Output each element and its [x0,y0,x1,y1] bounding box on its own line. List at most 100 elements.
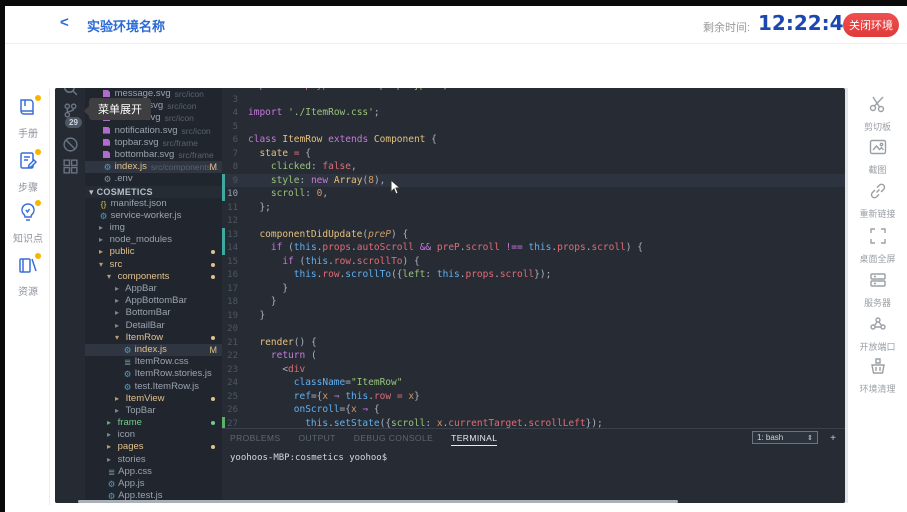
tree-row-ItemView[interactable]: ▸ ItemView [85,393,222,405]
tree-row-TopBar[interactable]: ▸ TopBar [85,405,222,417]
code-token: scrollTo [357,256,403,267]
tree-row-img[interactable]: ▸ img [85,222,222,234]
open-editor-row[interactable]: notification.svgsrc/icon [85,125,222,137]
sidebar-item-4-资源[interactable]: 资源 [5,254,51,298]
code-line-21[interactable]: 21 render() { [222,336,845,350]
tool-item-重新链接[interactable]: 重新链接 [848,181,907,220]
code-line-26[interactable]: 26 onScroll={x ⇒ { [222,403,845,417]
activity-bar: 29 [55,88,85,503]
code-line-6[interactable]: 6class ItemRow extends Component { [222,133,845,147]
code-line-20[interactable]: 20 [222,322,845,336]
search-icon[interactable] [62,88,79,97]
code-line-19[interactable]: 19 } [222,309,845,323]
tree-row-public[interactable]: ▸ public [85,246,222,258]
code-line-5[interactable]: 5 [222,120,845,134]
code-line-11[interactable]: 11 }; [222,201,845,215]
sidebar-item-3-知识点[interactable]: 知识点 [5,201,51,245]
code-line-7[interactable]: 7 state = { [222,147,845,161]
code-line-3[interactable]: 3 [222,93,845,107]
code-token: < [248,364,288,375]
code-line-25[interactable]: 25 ref={x ⇒ this.row = x} [222,390,845,404]
line-number: 23 [222,364,248,378]
status-dot [211,263,215,267]
panel-tab-problems[interactable]: PROBLEMS [230,433,280,446]
tool-item-桌面全屏[interactable]: 桌面全屏 [848,226,907,265]
tree-row-stories[interactable]: ▸ stories [85,454,222,466]
code-line-14[interactable]: 14 if (this.props.autoScroll && preP.scr… [222,241,845,255]
open-editor-row[interactable]: bottombar.svgsrc/frame [85,149,222,161]
tool-item-截图[interactable]: 截图 [848,137,907,176]
code-line-16[interactable]: 16 this.row.scrollTo({left: this.props.s… [222,268,845,282]
tree-row-ItemRow.css[interactable]: ≣ ItemRow.css [85,356,222,368]
code-token: row [334,256,351,267]
back-icon[interactable]: < [60,14,69,31]
tree-row-pages[interactable]: ▸ pages [85,441,222,453]
tree-row-App.css[interactable]: ≣ App.css [85,466,222,478]
tree-row-service-worker.js[interactable]: ⚙ service-worker.js [85,210,222,222]
code-token: preP [368,229,391,240]
panel-tab-terminal[interactable]: TERMINAL [451,433,497,446]
status-dot [211,421,215,425]
code-line-24[interactable]: 24 className="ItemRow" [222,376,845,390]
file-path: src/frame [162,138,197,148]
sidebar-item-1-手册[interactable]: 手册 [5,96,51,140]
code-line-10[interactable]: 10 scroll: 0, [222,187,845,201]
tool-item-开放端口[interactable]: 开放端口 [848,314,907,353]
tree-row-manifest.json[interactable]: {} manifest.json [85,198,222,210]
panel-tab-output[interactable]: OUTPUT [298,433,335,446]
extensions-icon[interactable] [62,158,79,175]
code-line-23[interactable]: 23 <div [222,363,845,377]
code-line-8[interactable]: 8 clicked: false, [222,160,845,174]
code-line-18[interactable]: 18 } [222,295,845,309]
code-line-17[interactable]: 17 } [222,282,845,296]
debug-icon[interactable] [62,136,79,153]
explorer-section-cosmetics[interactable]: ▾ COSMETICS [85,186,222,198]
code-pane[interactable]: 2import PropTypes from 'prop-types';34im… [222,88,845,428]
tool-item-环境清理[interactable]: 环境清理 [848,356,907,395]
tree-arrow-icon: ▸ [107,441,115,453]
open-editor-row[interactable]: ⚙ .env [85,173,222,185]
tree-row-index.js[interactable]: ⚙ index.jsM [85,344,222,356]
tree-row-AppBar[interactable]: ▸ AppBar [85,283,222,295]
code-token: render [259,337,293,348]
tree-row-icon[interactable]: ▸ icon [85,429,222,441]
tree-row-AppBottomBar[interactable]: ▸ AppBottomBar [85,295,222,307]
panel-tab-debug-console[interactable]: DEBUG CONSOLE [354,433,433,446]
tree-row-components[interactable]: ▾ components [85,271,222,283]
file-path: src/icon [167,101,196,111]
open-editor-row[interactable]: ⚙ index.jssrc/components…M [85,161,222,173]
code-line-27[interactable]: 27 this.setState({scroll: x.currentTarge… [222,417,845,429]
open-editor-row[interactable]: topbar.svgsrc/frame [85,137,222,149]
shell-select[interactable]: 1: bash ⇕ [752,431,818,444]
tree-row-ItemRow[interactable]: ▾ ItemRow [85,332,222,344]
tree-row-node_modules[interactable]: ▸ node_modules [85,234,222,246]
tree-arrow-icon: ▾ [99,259,107,271]
tool-item-剪切板[interactable]: 剪切板 [848,94,907,133]
tree-row-ItemRow.stories.js[interactable]: ⚙ ItemRow.stories.js [85,368,222,380]
tool-item-label: 桌面全屏 [848,252,907,265]
mouse-cursor [390,179,403,196]
terminal-prompt[interactable]: yoohoos-MBP:cosmetics yoohoo$ [230,453,387,463]
tree-item-name: stories [115,454,146,465]
close-environment-button[interactable]: 关闭环境 [843,13,899,37]
file-path: src/icon [175,89,204,99]
sidebar-item-2-步骤[interactable]: 步骤 [5,150,51,194]
tree-row-App.js[interactable]: ⚙ App.js [85,478,222,490]
tree-row-DetailBar[interactable]: ▸ DetailBar [85,320,222,332]
tree-row-test.ItemRow.js[interactable]: ⚙ test.ItemRow.js [85,381,222,393]
new-terminal-button[interactable]: + [826,431,840,445]
code-line-4[interactable]: 4import './ItemRow.css'; [222,106,845,120]
env-file-icon: ⚙ [103,173,112,185]
code-line-15[interactable]: 15 if (this.row.scrollTo) { [222,255,845,269]
tree-row-src[interactable]: ▾ src [85,259,222,271]
tree-row-frame[interactable]: ▸ frame [85,417,222,429]
code-line-13[interactable]: 13 componentDidUpdate(preP) { [222,228,845,242]
tool-item-服务器[interactable]: 服务器 [848,270,907,309]
code-line-9[interactable]: 9 style: new Array(8), [222,174,845,188]
tool-item-label: 服务器 [848,296,907,309]
code-token: : [425,269,436,280]
code-line-12[interactable]: 12 [222,214,845,228]
editor-horizontal-scrollbar[interactable] [78,500,678,503]
tree-row-BottomBar[interactable]: ▸ BottomBar [85,307,222,319]
code-line-22[interactable]: 22 return ( [222,349,845,363]
